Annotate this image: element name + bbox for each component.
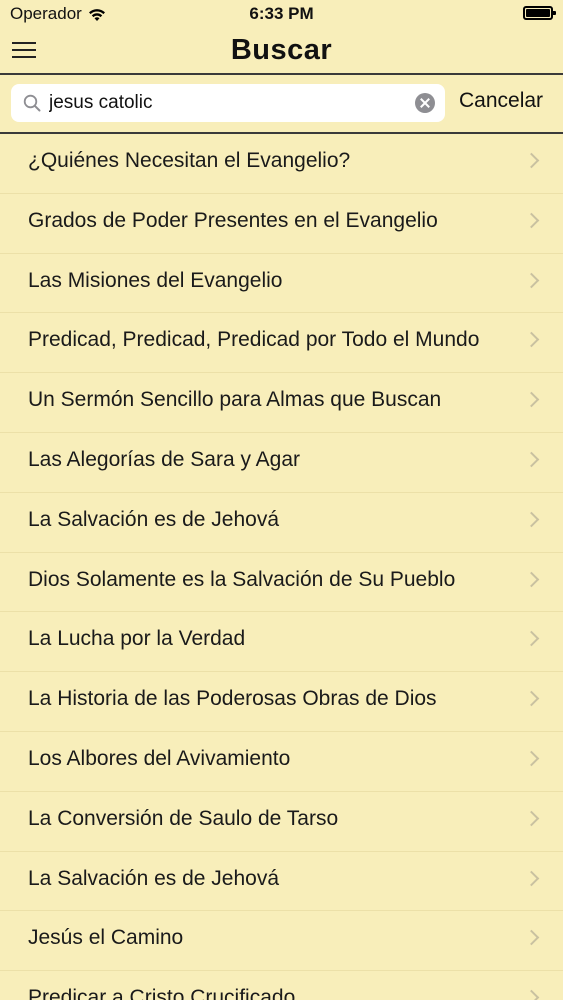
- list-item[interactable]: ¿Quiénes Necesitan el Evangelio?: [0, 134, 563, 194]
- list-item-label: Predicad, Predicad, Predicad por Todo el…: [28, 328, 480, 352]
- list-item[interactable]: La Historia de las Poderosas Obras de Di…: [0, 672, 563, 732]
- list-item[interactable]: Predicad, Predicad, Predicad por Todo el…: [0, 313, 563, 374]
- chevron-right-icon: [523, 212, 540, 229]
- search-results-list: ¿Quiénes Necesitan el Evangelio? Grados d…: [0, 134, 563, 1000]
- cancel-button[interactable]: Cancelar: [459, 89, 543, 113]
- chevron-right-icon: [523, 391, 540, 408]
- list-item-label: Las Misiones del Evangelio: [28, 268, 283, 292]
- list-item-label: La Conversión de Saulo de Tarso: [28, 806, 339, 830]
- search-input[interactable]: [49, 84, 409, 122]
- list-item-label: La Historia de las Poderosas Obras de Di…: [28, 687, 437, 711]
- clear-icon[interactable]: [415, 93, 435, 113]
- chevron-right-icon: [523, 332, 540, 348]
- chevron-right-icon: [523, 930, 540, 946]
- list-item[interactable]: La Salvación es de Jehová: [0, 852, 563, 912]
- list-item-label: Grados de Poder Presentes en el Evangeli…: [28, 208, 438, 232]
- list-item-label: Los Albores del Avivamiento: [28, 746, 291, 770]
- search-icon: [23, 94, 41, 112]
- list-item[interactable]: Las Misiones del Evangelio: [0, 254, 563, 314]
- list-item-label: Dios Solamente es la Salvación de Su Pue…: [28, 567, 456, 591]
- chevron-right-icon: [523, 152, 540, 169]
- page-title: Buscar: [230, 34, 333, 66]
- chevron-right-icon: [523, 511, 540, 528]
- chevron-right-icon: [523, 750, 540, 767]
- chevron-right-icon: [523, 272, 540, 288]
- chevron-right-icon: [523, 690, 540, 707]
- list-item[interactable]: Predicar a Cristo Crucificado: [0, 971, 563, 1000]
- list-item[interactable]: Un Sermón Sencillo para Almas que Buscan: [0, 373, 563, 433]
- list-item[interactable]: La Salvación es de Jehová: [0, 493, 563, 553]
- search-field[interactable]: [11, 84, 445, 122]
- list-item-label: La Salvación es de Jehová: [28, 507, 280, 531]
- list-item-label: La Lucha por la Verdad: [28, 627, 246, 651]
- status-time: 6:33 PM: [249, 4, 314, 23]
- battery-icon: [523, 6, 556, 20]
- list-item-label: ¿Quiénes Necesitan el Evangelio?: [28, 149, 351, 172]
- search-bar: Cancelar: [0, 75, 563, 134]
- list-item[interactable]: Grados de Poder Presentes en el Evangeli…: [0, 194, 563, 254]
- chevron-right-icon: [523, 451, 540, 468]
- navigation-bar: Buscar: [0, 28, 563, 75]
- chevron-right-icon: [523, 571, 540, 587]
- chevron-right-icon: [523, 870, 540, 886]
- list-item[interactable]: La Lucha por la Verdad: [0, 612, 563, 673]
- list-item-label: Un Sermón Sencillo para Almas que Buscan: [28, 388, 442, 412]
- chevron-right-icon: [523, 810, 540, 827]
- list-item-label: La Salvación es de Jehová: [28, 866, 280, 890]
- list-item[interactable]: Dios Solamente es la Salvación de Su Pue…: [0, 553, 563, 613]
- chevron-right-icon: [523, 989, 540, 1000]
- list-item-label: Jesús el Camino: [28, 926, 184, 950]
- list-item-label: Predicar a Cristo Crucificado: [28, 986, 296, 1000]
- list-item[interactable]: Los Albores del Avivamiento: [0, 732, 563, 792]
- list-item-label: Las Alegorías de Sara y Agar: [28, 447, 301, 471]
- list-item[interactable]: La Conversión de Saulo de Tarso: [0, 792, 563, 852]
- list-item[interactable]: Las Alegorías de Sara y Agar: [0, 433, 563, 493]
- list-item[interactable]: Jesús el Camino: [0, 911, 563, 972]
- status-bar: Operador 6:33 PM: [0, 0, 563, 28]
- chevron-right-icon: [523, 631, 540, 647]
